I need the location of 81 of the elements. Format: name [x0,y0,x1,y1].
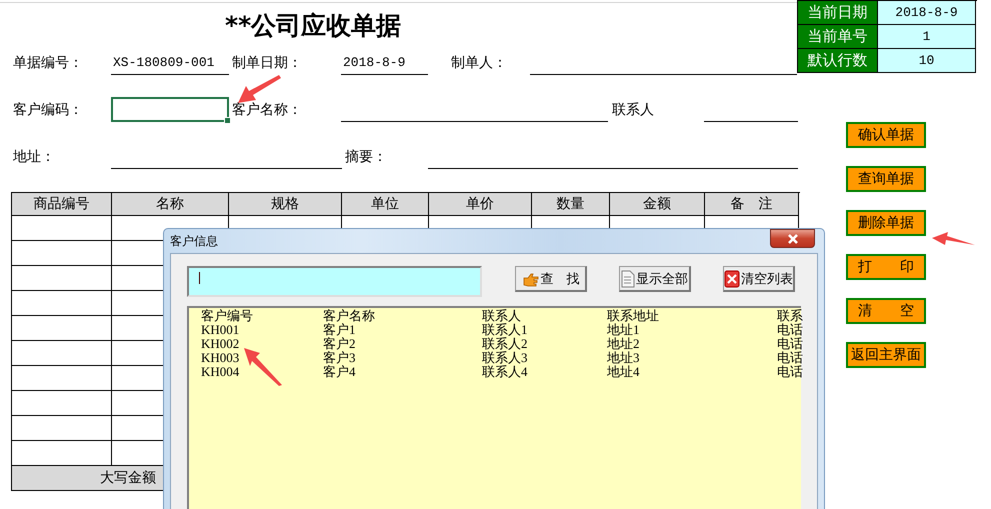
dialog-button[interactable]: 查 找 [515,266,587,292]
field-label: 单据编号： [12,52,84,72]
list-cell: 地址3 [607,351,640,365]
column-header: 单价 [429,193,532,216]
table-cell[interactable] [12,366,112,391]
table-cell[interactable] [12,416,112,441]
annotation-arrow [932,232,975,245]
field-label: 客户编码： [12,100,84,118]
info-label-cell: 当前日期 [798,1,878,25]
action-button[interactable]: 删除单据 [846,210,926,236]
list-cell: 联系人4 [482,365,528,379]
field-label: 制单日期： [232,52,303,72]
annotation-arrow [244,348,282,386]
column-header: 规格 [229,193,342,216]
table-cell[interactable] [12,291,112,316]
field-label: 制单人： [451,52,508,72]
column-header: 单位 [342,193,429,216]
list-cell: KH004 [201,365,240,379]
list-cell: 电话 [777,365,803,379]
table-cell[interactable] [12,316,112,341]
list-cell: 电话 [777,323,803,337]
list-header: 客户编号 [201,309,253,323]
annotation-arrow [238,75,281,103]
list-cell: 客户3 [323,351,356,365]
info-label-cell: 当前单号 [798,25,878,49]
list-cell: 客户2 [323,337,356,351]
dialog-button[interactable]: 显示全部 [619,266,691,292]
table-cell[interactable] [12,241,112,266]
list-cell: 电话 [777,337,803,351]
sheet-title: **公司应收单据 [225,10,402,42]
list-cell: KH002 [201,337,240,351]
field-label: 地址： [12,146,56,166]
customer-list[interactable]: 客户编号 客户名称 联系人 联系地址 联系 KH001 客户1 联系人1 地址1 电话 KH002 客户2 联系人2 地址2 电话 KH003 客户3 联系人3 地址3 电话 KH004 客户4 联系人4 地址4 电话 [187,306,801,509]
delete-icon [724,270,740,288]
table-cell[interactable] [12,266,112,291]
list-header: 客户名称 [323,309,375,323]
close-icon [786,234,798,244]
table-cell[interactable] [12,341,112,366]
list-cell: 联系人2 [482,337,528,351]
list-cell: 地址1 [607,323,640,337]
table-cell[interactable] [12,391,112,416]
table-cell[interactable] [12,216,112,241]
field-label: 客户名称： [232,100,303,118]
list-cell: KH001 [201,323,240,337]
column-header: 备 注 [705,193,799,216]
info-label-cell: 默认行数 [798,49,878,73]
action-button[interactable]: 打 印 [846,254,926,280]
list-cell: 电话 [777,351,803,365]
document-icon [621,270,635,288]
list-cell: 地址2 [607,337,640,351]
action-button[interactable]: 确认单据 [846,122,926,148]
list-cell: KH003 [201,351,240,365]
list-cell: 地址4 [607,365,640,379]
field-value[interactable]: XS-180809-001 [111,50,229,75]
list-header: 联系 [777,309,803,323]
selected-cell[interactable] [111,97,229,122]
column-header: 商品编号 [12,193,112,216]
action-button[interactable]: 清 空 [846,298,926,324]
list-cell: 客户4 [323,365,356,379]
dialog-title: 客户信息 [170,232,218,250]
total-label-cell: 大写金额 [12,466,162,491]
list-cell: 联系人1 [482,323,528,337]
list-header: 联系地址 [607,309,659,323]
action-button[interactable]: 查询单据 [846,166,926,192]
info-value-cell: 10 [878,49,976,73]
list-cell: 客户1 [323,323,356,337]
close-button[interactable] [770,229,815,248]
list-cell: 联系人3 [482,351,528,365]
field-value[interactable]: 2018-8-9 [341,50,428,75]
dialog-button[interactable]: 清空列表 [723,266,795,292]
info-value-cell: 1 [878,25,976,49]
field-label: 联系人 [612,100,655,118]
info-value-cell: 2018-8-9 [878,1,976,25]
list-header: 联系人 [482,309,521,323]
field-label: 摘要： [345,146,388,166]
column-header: 名称 [112,193,229,216]
text-cursor [199,272,200,284]
column-header: 数量 [532,193,610,216]
column-header: 金额 [610,193,705,216]
action-button[interactable]: 返回主界面 [846,342,926,368]
search-field[interactable] [187,266,482,297]
